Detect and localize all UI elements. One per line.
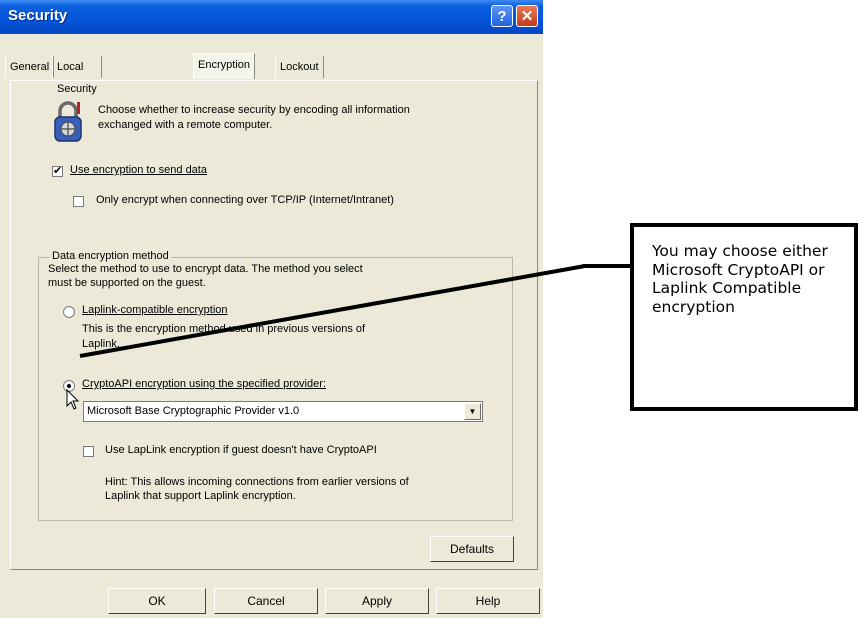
callout-box: You may choose either Microsoft CryptoAP…	[630, 223, 858, 411]
callout-text: You may choose either Microsoft CryptoAP…	[652, 242, 828, 316]
